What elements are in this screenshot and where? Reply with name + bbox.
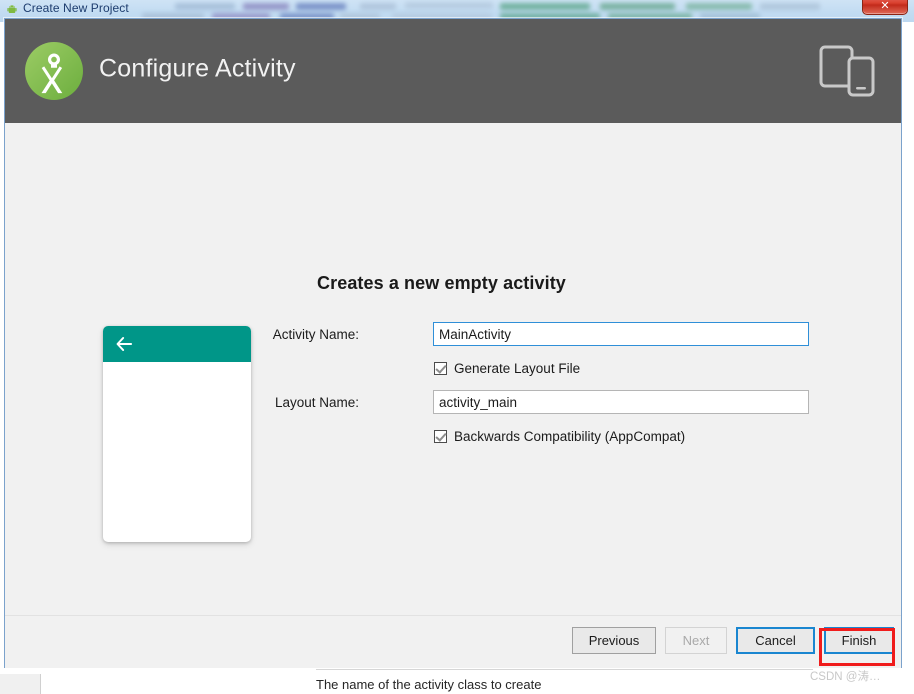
dialog-header: Configure Activity [5,19,901,123]
layout-name-label: Layout Name: [274,395,359,410]
generate-layout-file-label: Generate Layout File [454,361,581,376]
tablet-phone-icon [819,45,875,97]
blur-decor [175,3,235,10]
activity-name-label: Activity Name: [272,327,359,342]
create-new-project-dialog: Configure Activity Creates a new empty a… [4,18,902,692]
next-button: Next [665,627,727,654]
finish-button[interactable]: Finish [824,627,894,654]
hint-text: The name of the activity class to create [316,677,542,692]
hint-separator [316,669,813,670]
backwards-compatibility-label: Backwards Compatibility (AppCompat) [454,429,686,444]
blur-decor [500,3,590,10]
blur-decor [360,3,396,10]
preview-appbar [103,326,251,362]
blur-decor [243,3,289,10]
taskbar-cell [0,674,41,694]
android-studio-logo [25,42,83,100]
close-icon[interactable]: ✕ [862,0,908,15]
blur-decor [760,3,820,10]
layout-name-input[interactable] [433,390,809,414]
cancel-button[interactable]: Cancel [736,627,815,654]
blur-decor [405,2,493,9]
generate-layout-file-checkbox-row[interactable]: Generate Layout File [434,361,580,376]
blur-decor [296,3,346,10]
section-title: Creates a new empty activity [317,273,566,293]
back-arrow-icon [116,337,133,351]
page-title: Configure Activity [99,54,296,83]
blur-decor [686,3,752,10]
watermark: CSDN @涛… [810,671,881,683]
blur-decor [600,3,675,10]
android-icon [7,5,17,14]
template-preview [103,326,251,542]
activity-name-input[interactable] [433,322,809,346]
preview-card [103,326,251,542]
screen: Create New Project ✕ Configure Activity [0,0,914,694]
dialog-button-bar: Previous Next Cancel Finish [5,615,901,668]
dialog-body: Creates a new empty activity Activity Na… [5,123,901,692]
previous-button[interactable]: Previous [572,627,656,654]
backwards-compatibility-checkbox[interactable] [434,430,447,443]
parent-window-title: Create New Project [23,1,129,15]
generate-layout-file-checkbox[interactable] [434,362,447,375]
backwards-compatibility-checkbox-row[interactable]: Backwards Compatibility (AppCompat) [434,429,685,444]
